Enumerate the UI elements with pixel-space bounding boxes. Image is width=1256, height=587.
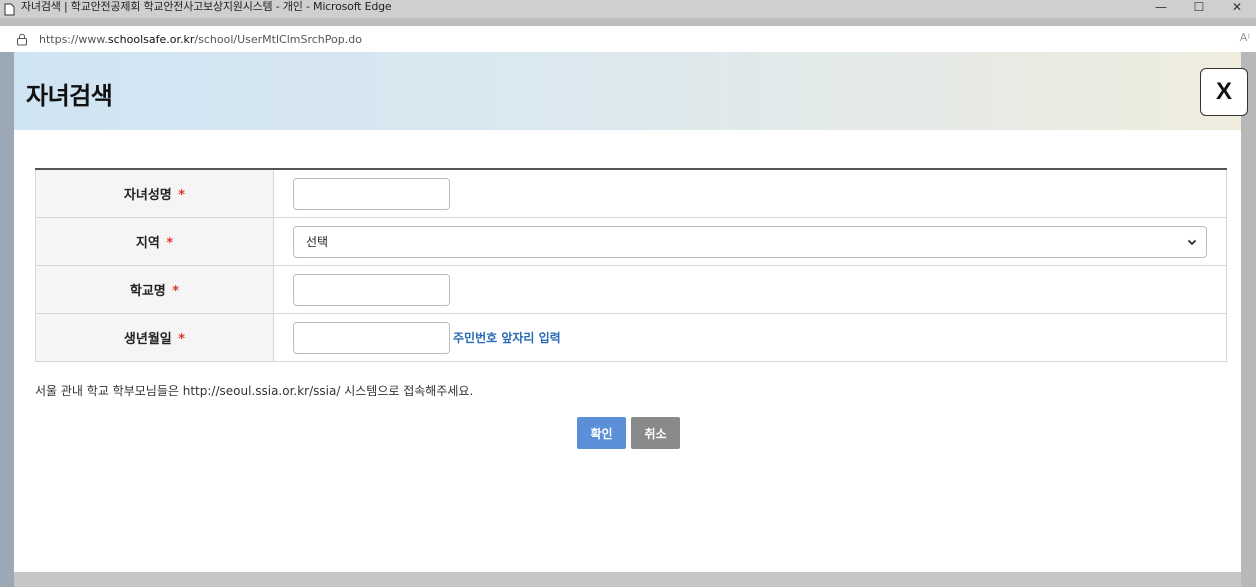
child-search-popup: 자녀검색 X 자녀성명 * 지역 * 선택 학교명 * 생년월일 * 주민번호 … [14, 52, 1248, 572]
browser-title-bar: 자녀검색 | 학교안전공제회 학교안전사고보상지원시스템 - 개인 - Micr… [0, 0, 1256, 18]
chevron-down-icon [1186, 236, 1198, 248]
page-icon [4, 3, 15, 16]
region-label-text: 지역 [135, 236, 160, 251]
read-aloud-icon[interactable]: A⁾ [1240, 31, 1250, 44]
form-row-child-name: 자녀성명 * [35, 169, 1227, 218]
school-label: 학교명 * [35, 265, 274, 314]
popup-title: 자녀검색 [26, 82, 113, 110]
url-path: /school/UserMtlClmSrchPop.do [194, 32, 362, 46]
required-mark: * [166, 236, 174, 251]
child-name-label: 자녀성명 * [35, 169, 274, 218]
window-close-button[interactable]: ✕ [1218, 0, 1256, 16]
child-name-cell [273, 169, 1227, 218]
child-name-label-text: 자녀성명 [123, 188, 172, 203]
birthdate-hint: 주민번호 앞자리 입력 [453, 331, 561, 345]
form-row-school: 학교명 * [35, 265, 1227, 314]
url-prefix: https://www. [39, 32, 108, 46]
seoul-notice: 서울 관내 학교 학부모님들은 http://seoul.ssia.or.kr/… [35, 384, 474, 398]
required-mark: * [178, 332, 186, 347]
search-form-table: 자녀성명 * 지역 * 선택 학교명 * 생년월일 * 주민번호 앞자리 입력 [35, 168, 1227, 362]
background-page-edge [0, 52, 14, 587]
birthdate-label: 생년월일 * [35, 313, 274, 362]
minimize-button[interactable]: — [1142, 0, 1180, 16]
maximize-button[interactable]: ☐ [1180, 0, 1218, 16]
child-name-input[interactable] [293, 177, 450, 210]
background-page-edge-right [1241, 52, 1256, 587]
popup-header: 자녀검색 X [14, 52, 1248, 130]
background-page-bottom [14, 572, 1241, 587]
lock-icon[interactable] [15, 32, 29, 46]
birthdate-input[interactable] [293, 321, 450, 354]
url-text[interactable]: https://www.schoolsafe.or.kr/school/User… [39, 33, 362, 46]
region-select[interactable]: 선택 [293, 225, 1207, 258]
url-domain: schoolsafe.or.kr [107, 32, 195, 46]
form-row-birthdate: 생년월일 * 주민번호 앞자리 입력 [35, 313, 1227, 362]
window-divider [0, 18, 1256, 26]
school-cell [273, 265, 1227, 314]
school-label-text: 학교명 [129, 284, 166, 299]
region-selected-value: 선택 [306, 235, 329, 249]
school-name-input[interactable] [293, 273, 450, 306]
region-cell: 선택 [273, 217, 1227, 266]
required-mark: * [178, 188, 186, 203]
confirm-button[interactable]: 확인 [577, 417, 626, 449]
window-title: 자녀검색 | 학교안전공제회 학교안전사고보상지원시스템 - 개인 - Micr… [21, 0, 392, 13]
close-button[interactable]: X [1200, 68, 1248, 116]
action-buttons: 확인 취소 [577, 417, 680, 449]
cancel-button[interactable]: 취소 [631, 417, 680, 449]
region-label: 지역 * [35, 217, 274, 266]
required-mark: * [172, 284, 180, 299]
birthdate-cell: 주민번호 앞자리 입력 [273, 313, 1227, 362]
form-row-region: 지역 * 선택 [35, 217, 1227, 266]
address-bar[interactable]: https://www.schoolsafe.or.kr/school/User… [0, 26, 1256, 53]
window-controls: — ☐ ✕ [1142, 0, 1256, 18]
birthdate-label-text: 생년월일 [123, 332, 172, 347]
